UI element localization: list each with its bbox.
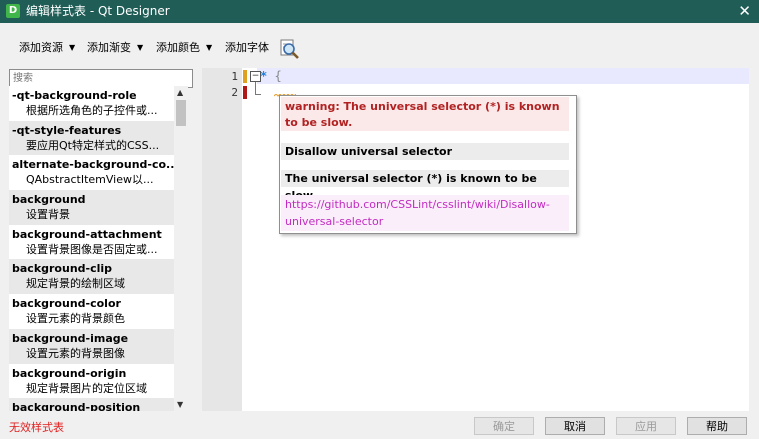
property-name: background-origin <box>12 366 127 380</box>
lint-rule-title: Disallow universal selector <box>281 143 569 160</box>
property-name: -qt-style-features <box>12 123 122 137</box>
ok-button[interactable]: 确定 <box>474 417 534 435</box>
lint-tooltip: warning: The universal selector (*) is k… <box>279 95 577 234</box>
lint-rule-link[interactable]: https://github.com/CSSLint/csslint/wiki/… <box>281 195 569 231</box>
property-description: 规定背景的绘制区域 <box>26 277 125 291</box>
property-name: background <box>12 193 86 207</box>
add-font-label: 添加字体 <box>225 41 269 54</box>
line-number: 1 <box>231 70 238 83</box>
fold-guide-end <box>255 94 261 95</box>
fold-guide-line <box>255 82 256 94</box>
add-gradient-button[interactable]: 添加渐变 ▼ <box>87 41 143 55</box>
dropdown-arrow-icon: ▼ <box>206 43 213 52</box>
property-item[interactable]: alternate-background-co... QAbstractItemV… <box>9 155 174 190</box>
find-magnifier-icon[interactable] <box>278 38 300 60</box>
property-list: -qt-background-role 根据所选角色的子控件或... -qt-st… <box>9 86 174 411</box>
property-description: 设置背景图像是否固定或... <box>26 242 158 256</box>
property-item[interactable]: background-attachment 设置背景图像是否固定或... <box>9 225 174 260</box>
close-icon[interactable]: ✕ <box>738 2 751 20</box>
property-description: 规定背景图片的定位区域 <box>26 381 147 395</box>
dropdown-arrow-icon: ▼ <box>69 43 76 52</box>
property-description: 根据所选角色的子控件或... <box>26 104 158 117</box>
property-name: background-image <box>12 331 129 345</box>
add-resource-button[interactable]: 添加资源 ▼ <box>19 41 75 55</box>
current-line-highlight <box>257 68 749 84</box>
lint-warning-text: warning: The universal selector (*) is k… <box>281 97 569 131</box>
property-name: background-color <box>12 297 121 311</box>
property-item[interactable]: background 设置背景 <box>9 190 174 225</box>
line-number: 2 <box>231 86 238 99</box>
property-item[interactable]: -qt-background-role 根据所选角色的子控件或... <box>9 86 174 121</box>
property-name: background-clip <box>12 262 113 276</box>
add-gradient-label: 添加渐变 <box>87 41 131 54</box>
qt-designer-app-icon: D <box>6 4 20 18</box>
add-resource-label: 添加资源 <box>19 41 63 54</box>
property-item[interactable]: background-image 设置元素的背景图像 <box>9 328 174 364</box>
property-description: 设置元素的背景颜色 <box>26 312 125 326</box>
add-color-button[interactable]: 添加颜色 ▼ <box>156 41 212 55</box>
code-line-1: * { <box>260 69 282 83</box>
property-description: 设置元素的背景图像 <box>26 346 125 360</box>
property-item[interactable]: -qt-style-features 要应用Qt特定样式的CSS... <box>9 120 174 156</box>
help-button[interactable]: 帮助 <box>687 417 747 435</box>
property-item[interactable]: background-origin 规定背景图片的定位区域 <box>9 364 174 399</box>
property-description: 设置背景 <box>26 208 70 222</box>
scroll-up-arrow-icon[interactable]: ▲ <box>177 88 183 97</box>
title-bar: D 编辑样式表 - Qt Designer ✕ <box>0 0 759 23</box>
cancel-button[interactable]: 取消 <box>545 417 605 435</box>
line-number-gutter <box>202 68 242 411</box>
property-item[interactable]: background-position <box>9 398 174 411</box>
property-description: QAbstractItemView以... <box>26 173 154 187</box>
property-name: background-attachment <box>12 227 162 241</box>
add-font-button[interactable]: 添加字体 <box>225 41 269 55</box>
error-marker <box>243 86 247 99</box>
dropdown-arrow-icon: ▼ <box>137 43 144 52</box>
scroll-down-arrow-icon[interactable]: ▼ <box>177 400 183 409</box>
open-brace-token: { <box>274 69 282 83</box>
invalid-stylesheet-status: 无效样式表 <box>9 421 64 434</box>
property-name: -qt-background-role <box>12 89 137 102</box>
add-color-label: 添加颜色 <box>156 41 200 54</box>
scrollbar-thumb[interactable] <box>176 100 186 126</box>
property-item[interactable]: background-color 设置元素的背景颜色 <box>9 294 174 329</box>
toolbar: 添加资源 ▼ 添加渐变 ▼ 添加颜色 ▼ 添加字体 <box>0 35 759 61</box>
property-list-scrollbar[interactable]: ▲ ▼ <box>174 86 188 411</box>
property-name: alternate-background-co... <box>12 158 174 172</box>
property-item[interactable]: background-clip 规定背景的绘制区域 <box>9 259 174 295</box>
property-description: 要应用Qt特定样式的CSS... <box>26 138 160 152</box>
lint-rule-description: The universal selector (*) is known to b… <box>281 170 569 202</box>
property-name: background-position <box>12 401 141 411</box>
change-marker <box>243 70 247 83</box>
apply-button[interactable]: 应用 <box>616 417 676 435</box>
universal-selector-token: * <box>260 69 268 83</box>
window-title: 编辑样式表 - Qt Designer <box>26 4 170 18</box>
